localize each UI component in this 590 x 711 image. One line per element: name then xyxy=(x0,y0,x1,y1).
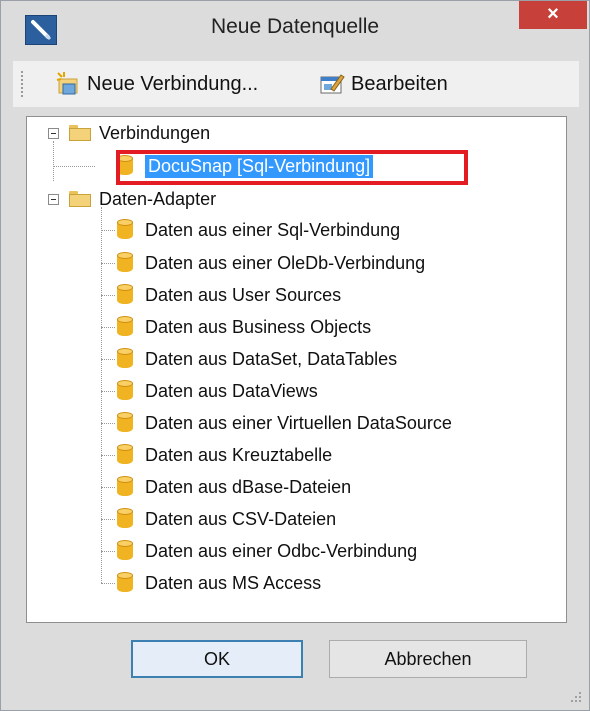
tree-item-label: Daten aus DataViews xyxy=(145,380,318,401)
tree-item-label: Daten aus CSV-Dateien xyxy=(145,508,337,529)
close-button[interactable]: × xyxy=(519,1,587,29)
edit-icon xyxy=(319,71,345,97)
tree-connector xyxy=(53,166,95,167)
resize-grip-icon[interactable] xyxy=(567,688,583,704)
tree-item-adapter[interactable]: Daten aus einer Virtuellen DataSource xyxy=(117,408,452,438)
tree-item-label: Daten aus einer Odbc-Verbindung xyxy=(145,540,418,561)
tree-item-label: Daten aus DataSet, DataTables xyxy=(145,348,398,369)
database-icon xyxy=(117,540,133,562)
tree-item-label: Daten aus Business Objects xyxy=(145,316,372,337)
tree-item-adapter[interactable]: Daten aus DataSet, DataTables xyxy=(117,344,397,374)
cancel-button[interactable]: Abbrechen xyxy=(329,640,527,678)
database-icon xyxy=(117,444,133,466)
database-icon xyxy=(117,284,133,306)
data-source-tree[interactable]: Verbindungen DocuSnap [Sql-Verbindung] D… xyxy=(26,116,567,623)
edit-button[interactable]: Bearbeiten xyxy=(319,69,448,99)
collapse-toggle[interactable] xyxy=(48,194,59,205)
toolbar-grip[interactable] xyxy=(21,71,26,97)
dialog-window: Neue Datenquelle × Neue Verbindung... Be… xyxy=(0,0,590,711)
tree-item-label: Daten aus einer Sql-Verbindung xyxy=(145,219,401,240)
red-highlight-box xyxy=(116,150,468,185)
database-icon xyxy=(117,572,133,594)
tree-item-label: Daten aus einer Virtuellen DataSource xyxy=(145,412,452,433)
edit-label: Bearbeiten xyxy=(351,72,448,95)
database-icon xyxy=(117,476,133,498)
tree-item-adapter[interactable]: Daten aus MS Access xyxy=(117,568,321,598)
tree-item-label: Daten aus einer OleDb-Verbindung xyxy=(145,252,426,273)
tree-item-label: Daten aus Kreuztabelle xyxy=(145,444,333,465)
tree-item-adapter[interactable]: Daten aus dBase-Dateien xyxy=(117,472,351,502)
tree-item-label: Daten aus User Sources xyxy=(145,284,342,305)
collapse-toggle[interactable] xyxy=(48,128,59,139)
title-bar: Neue Datenquelle × xyxy=(1,1,589,57)
tree-item-adapter[interactable]: Daten aus DataViews xyxy=(117,376,318,406)
ok-button[interactable]: OK xyxy=(131,640,303,678)
new-connection-button[interactable]: Neue Verbindung... xyxy=(55,69,258,99)
window-title: Neue Datenquelle xyxy=(210,15,380,38)
tree-node-label: Verbindungen xyxy=(99,122,211,143)
tree-node-adapters[interactable]: Daten-Adapter xyxy=(48,184,217,214)
tree-item-adapter[interactable]: Daten aus einer Sql-Verbindung xyxy=(117,215,400,245)
tree-node-label: Daten-Adapter xyxy=(99,188,217,209)
database-icon xyxy=(117,252,133,274)
tree-item-adapter[interactable]: Daten aus Kreuztabelle xyxy=(117,440,332,470)
folder-icon xyxy=(69,191,91,207)
tree-node-connections[interactable]: Verbindungen xyxy=(48,118,211,148)
database-icon xyxy=(117,380,133,402)
database-icon xyxy=(117,348,133,370)
database-icon xyxy=(117,412,133,434)
folder-icon xyxy=(69,125,91,141)
new-connection-label: Neue Verbindung... xyxy=(87,72,259,95)
database-icon xyxy=(117,508,133,530)
toolbar: Neue Verbindung... Bearbeiten xyxy=(13,61,579,107)
tree-item-adapter[interactable]: Daten aus einer OleDb-Verbindung xyxy=(117,248,425,278)
tree-item-adapter[interactable]: Daten aus einer Odbc-Verbindung xyxy=(117,536,417,566)
tree-item-adapter[interactable]: Daten aus CSV-Dateien xyxy=(117,504,336,534)
new-connection-icon xyxy=(55,71,81,97)
tree-item-label: Daten aus dBase-Dateien xyxy=(145,476,352,497)
tree-item-adapter[interactable]: Daten aus Business Objects xyxy=(117,312,371,342)
database-icon xyxy=(117,316,133,338)
tree-item-label: Daten aus MS Access xyxy=(145,572,322,593)
database-icon xyxy=(117,219,133,241)
tree-item-adapter[interactable]: Daten aus User Sources xyxy=(117,280,341,310)
